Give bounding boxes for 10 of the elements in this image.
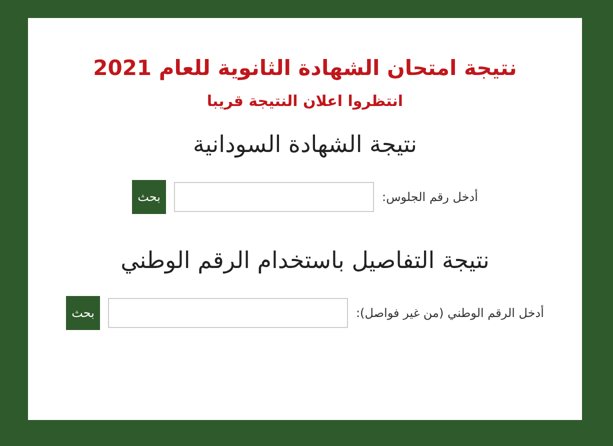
field-label: أدخل الرقم الوطني (من غير فواصل): [356, 306, 544, 320]
field-label: أدخل رقم الجلوس: [382, 190, 478, 204]
input-field[interactable] [174, 182, 374, 212]
section-heading: نتيجة التفاصيل باستخدام الرقم الوطني [120, 248, 490, 274]
announcement-text: انتظروا اعلان النتيجة قريبا [206, 92, 404, 110]
input-field[interactable] [108, 298, 348, 328]
search-button[interactable]: بحث [132, 180, 166, 214]
section-heading: نتيجة الشهادة السودانية [193, 132, 418, 158]
page-title: نتيجة امتحان الشهادة الثانوية للعام 2021 [93, 56, 517, 80]
search-button[interactable]: بحث [66, 296, 100, 330]
